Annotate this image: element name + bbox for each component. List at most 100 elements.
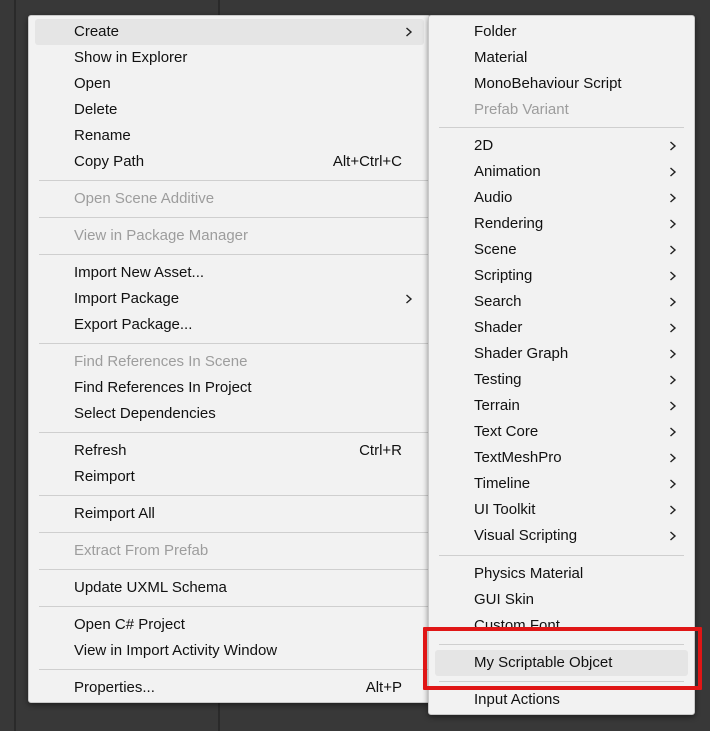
context-menu-item-label: Extract From Prefab	[74, 542, 209, 559]
context-menu-group: Reimport All	[29, 501, 430, 527]
context-menu-item-label: Copy Path	[74, 153, 145, 170]
shortcut-label: Alt+P	[365, 679, 402, 696]
context-menu-separator	[39, 180, 430, 181]
context-menu-item-view-in-import-activity-window[interactable]: View in Import Activity Window	[35, 638, 424, 664]
context-menu-item-label: Export Package...	[74, 316, 193, 333]
create-menu-item-label: Scene	[474, 241, 517, 258]
create-menu-item-shader-graph[interactable]: Shader Graph	[435, 341, 688, 367]
create-menu-group: Input Actions	[429, 687, 694, 713]
chevron-right-icon	[666, 185, 680, 211]
create-menu-item-folder[interactable]: Folder	[435, 19, 688, 45]
create-menu-item-ui-toolkit[interactable]: UI Toolkit	[435, 497, 688, 523]
context-menu-group: Create Show in Explorer Open Delete Rename Co…	[29, 19, 430, 175]
create-menu-item-input-actions[interactable]: Input Actions	[435, 687, 688, 713]
context-menu-item-refresh[interactable]: Refresh Ctrl+R	[35, 438, 424, 464]
create-menu-item-label: Timeline	[474, 475, 531, 492]
create-menu-item-scene[interactable]: Scene	[435, 237, 688, 263]
create-menu-item-gui-skin[interactable]: GUI Skin	[435, 587, 688, 613]
context-menu-item-export-package[interactable]: Export Package...	[35, 312, 424, 338]
create-menu-item-label: Scripting	[474, 267, 533, 284]
context-menu-group: Properties... Alt+P	[29, 675, 430, 701]
context-menu-item-reimport-all[interactable]: Reimport All	[35, 501, 424, 527]
create-menu-item-testing[interactable]: Testing	[435, 367, 688, 393]
create-menu-item-physics-material[interactable]: Physics Material	[435, 561, 688, 587]
context-menu-item-open-c-project[interactable]: Open C# Project	[35, 612, 424, 638]
create-menu-item-label: 2D	[474, 137, 494, 154]
create-menu-item-material[interactable]: Material	[435, 45, 688, 71]
create-menu-item-2d[interactable]: 2D	[435, 133, 688, 159]
create-menu-item-label: Rendering	[474, 215, 544, 232]
context-menu-item-import-new-asset[interactable]: Import New Asset...	[35, 260, 424, 286]
context-menu-group: Open C# Project View in Import Activity W…	[29, 612, 430, 664]
context-menu-item-label: Properties...	[74, 679, 155, 696]
context-menu-separator	[39, 669, 430, 670]
chevron-right-icon	[666, 237, 680, 263]
chevron-right-icon	[666, 471, 680, 497]
context-menu-group: View in Package Manager	[29, 223, 430, 249]
context-menu-item-label: View in Import Activity Window	[74, 642, 278, 659]
create-menu-item-animation[interactable]: Animation	[435, 159, 688, 185]
create-menu-item-label: Physics Material	[474, 565, 584, 582]
context-menu-item-label: Find References In Scene	[74, 353, 248, 370]
context-menu-group: Import New Asset... Import Package Export …	[29, 260, 430, 338]
create-menu-item-monobehaviour-script[interactable]: MonoBehaviour Script	[435, 71, 688, 97]
context-menu-item-label: Rename	[74, 127, 131, 144]
context-menu-item-copy-path[interactable]: Copy Path Alt+Ctrl+C	[35, 149, 424, 175]
create-menu-item-label: Visual Scripting	[474, 527, 578, 544]
context-menu-item-label: Update UXML Schema	[74, 579, 227, 596]
context-menu-item-find-references-in-scene: Find References In Scene	[35, 349, 424, 375]
create-menu-item-search[interactable]: Search	[435, 289, 688, 315]
context-menu: Create Show in Explorer Open Delete Rename Co…	[28, 15, 431, 703]
chevron-right-icon	[666, 289, 680, 315]
context-menu-item-label: Find References In Project	[74, 379, 252, 396]
context-menu-separator	[39, 254, 430, 255]
context-menu-item-reimport[interactable]: Reimport	[35, 464, 424, 490]
chevron-right-icon	[666, 523, 680, 549]
create-menu-item-visual-scripting[interactable]: Visual Scripting	[435, 523, 688, 549]
context-menu-item-create[interactable]: Create	[35, 19, 424, 45]
context-menu-group: Update UXML Schema	[29, 575, 430, 601]
create-menu-item-textmeshpro[interactable]: TextMeshPro	[435, 445, 688, 471]
context-menu-item-label: Select Dependencies	[74, 405, 216, 422]
background-divider-left	[14, 0, 16, 731]
chevron-right-icon	[402, 286, 416, 312]
context-menu-separator	[39, 432, 430, 433]
context-menu-item-label: Delete	[74, 101, 118, 118]
context-menu-item-update-uxml-schema[interactable]: Update UXML Schema	[35, 575, 424, 601]
chevron-right-icon	[666, 445, 680, 471]
create-menu-item-rendering[interactable]: Rendering	[435, 211, 688, 237]
create-menu-item-text-core[interactable]: Text Core	[435, 419, 688, 445]
create-menu-group: 2D Animation Audio Rendering Scene Scripting S…	[429, 133, 694, 549]
context-menu-item-label: Reimport All	[74, 505, 155, 522]
context-menu-item-select-dependencies[interactable]: Select Dependencies	[35, 401, 424, 427]
create-menu-item-audio[interactable]: Audio	[435, 185, 688, 211]
context-menu-item-import-package[interactable]: Import Package	[35, 286, 424, 312]
create-menu-item-label: Input Actions	[474, 691, 560, 708]
context-menu-item-rename[interactable]: Rename	[35, 123, 424, 149]
create-menu-item-terrain[interactable]: Terrain	[435, 393, 688, 419]
context-menu-group: Refresh Ctrl+R Reimport	[29, 438, 430, 490]
context-menu-item-show-in-explorer[interactable]: Show in Explorer	[35, 45, 424, 71]
create-menu-item-label: Animation	[474, 163, 541, 180]
create-menu-item-shader[interactable]: Shader	[435, 315, 688, 341]
context-menu-item-properties[interactable]: Properties... Alt+P	[35, 675, 424, 701]
chevron-right-icon	[666, 263, 680, 289]
context-menu-item-open[interactable]: Open	[35, 71, 424, 97]
context-menu-item-delete[interactable]: Delete	[35, 97, 424, 123]
chevron-right-icon	[666, 393, 680, 419]
context-menu-group: Open Scene Additive	[29, 186, 430, 212]
context-menu-item-label: Import Package	[74, 290, 180, 307]
context-menu-item-label: Reimport	[74, 468, 135, 485]
create-menu-item-label: TextMeshPro	[474, 449, 562, 466]
create-menu-item-timeline[interactable]: Timeline	[435, 471, 688, 497]
chevron-right-icon	[402, 19, 416, 45]
context-menu-group: Extract From Prefab	[29, 538, 430, 564]
context-menu-separator	[39, 532, 430, 533]
create-menu-item-label: MonoBehaviour Script	[474, 75, 622, 92]
context-menu-item-label: Open C# Project	[74, 616, 185, 633]
context-menu-item-label: Refresh	[74, 442, 127, 459]
context-menu-item-find-references-in-project[interactable]: Find References In Project	[35, 375, 424, 401]
context-menu-separator	[39, 606, 430, 607]
chevron-right-icon	[666, 133, 680, 159]
create-menu-item-scripting[interactable]: Scripting	[435, 263, 688, 289]
